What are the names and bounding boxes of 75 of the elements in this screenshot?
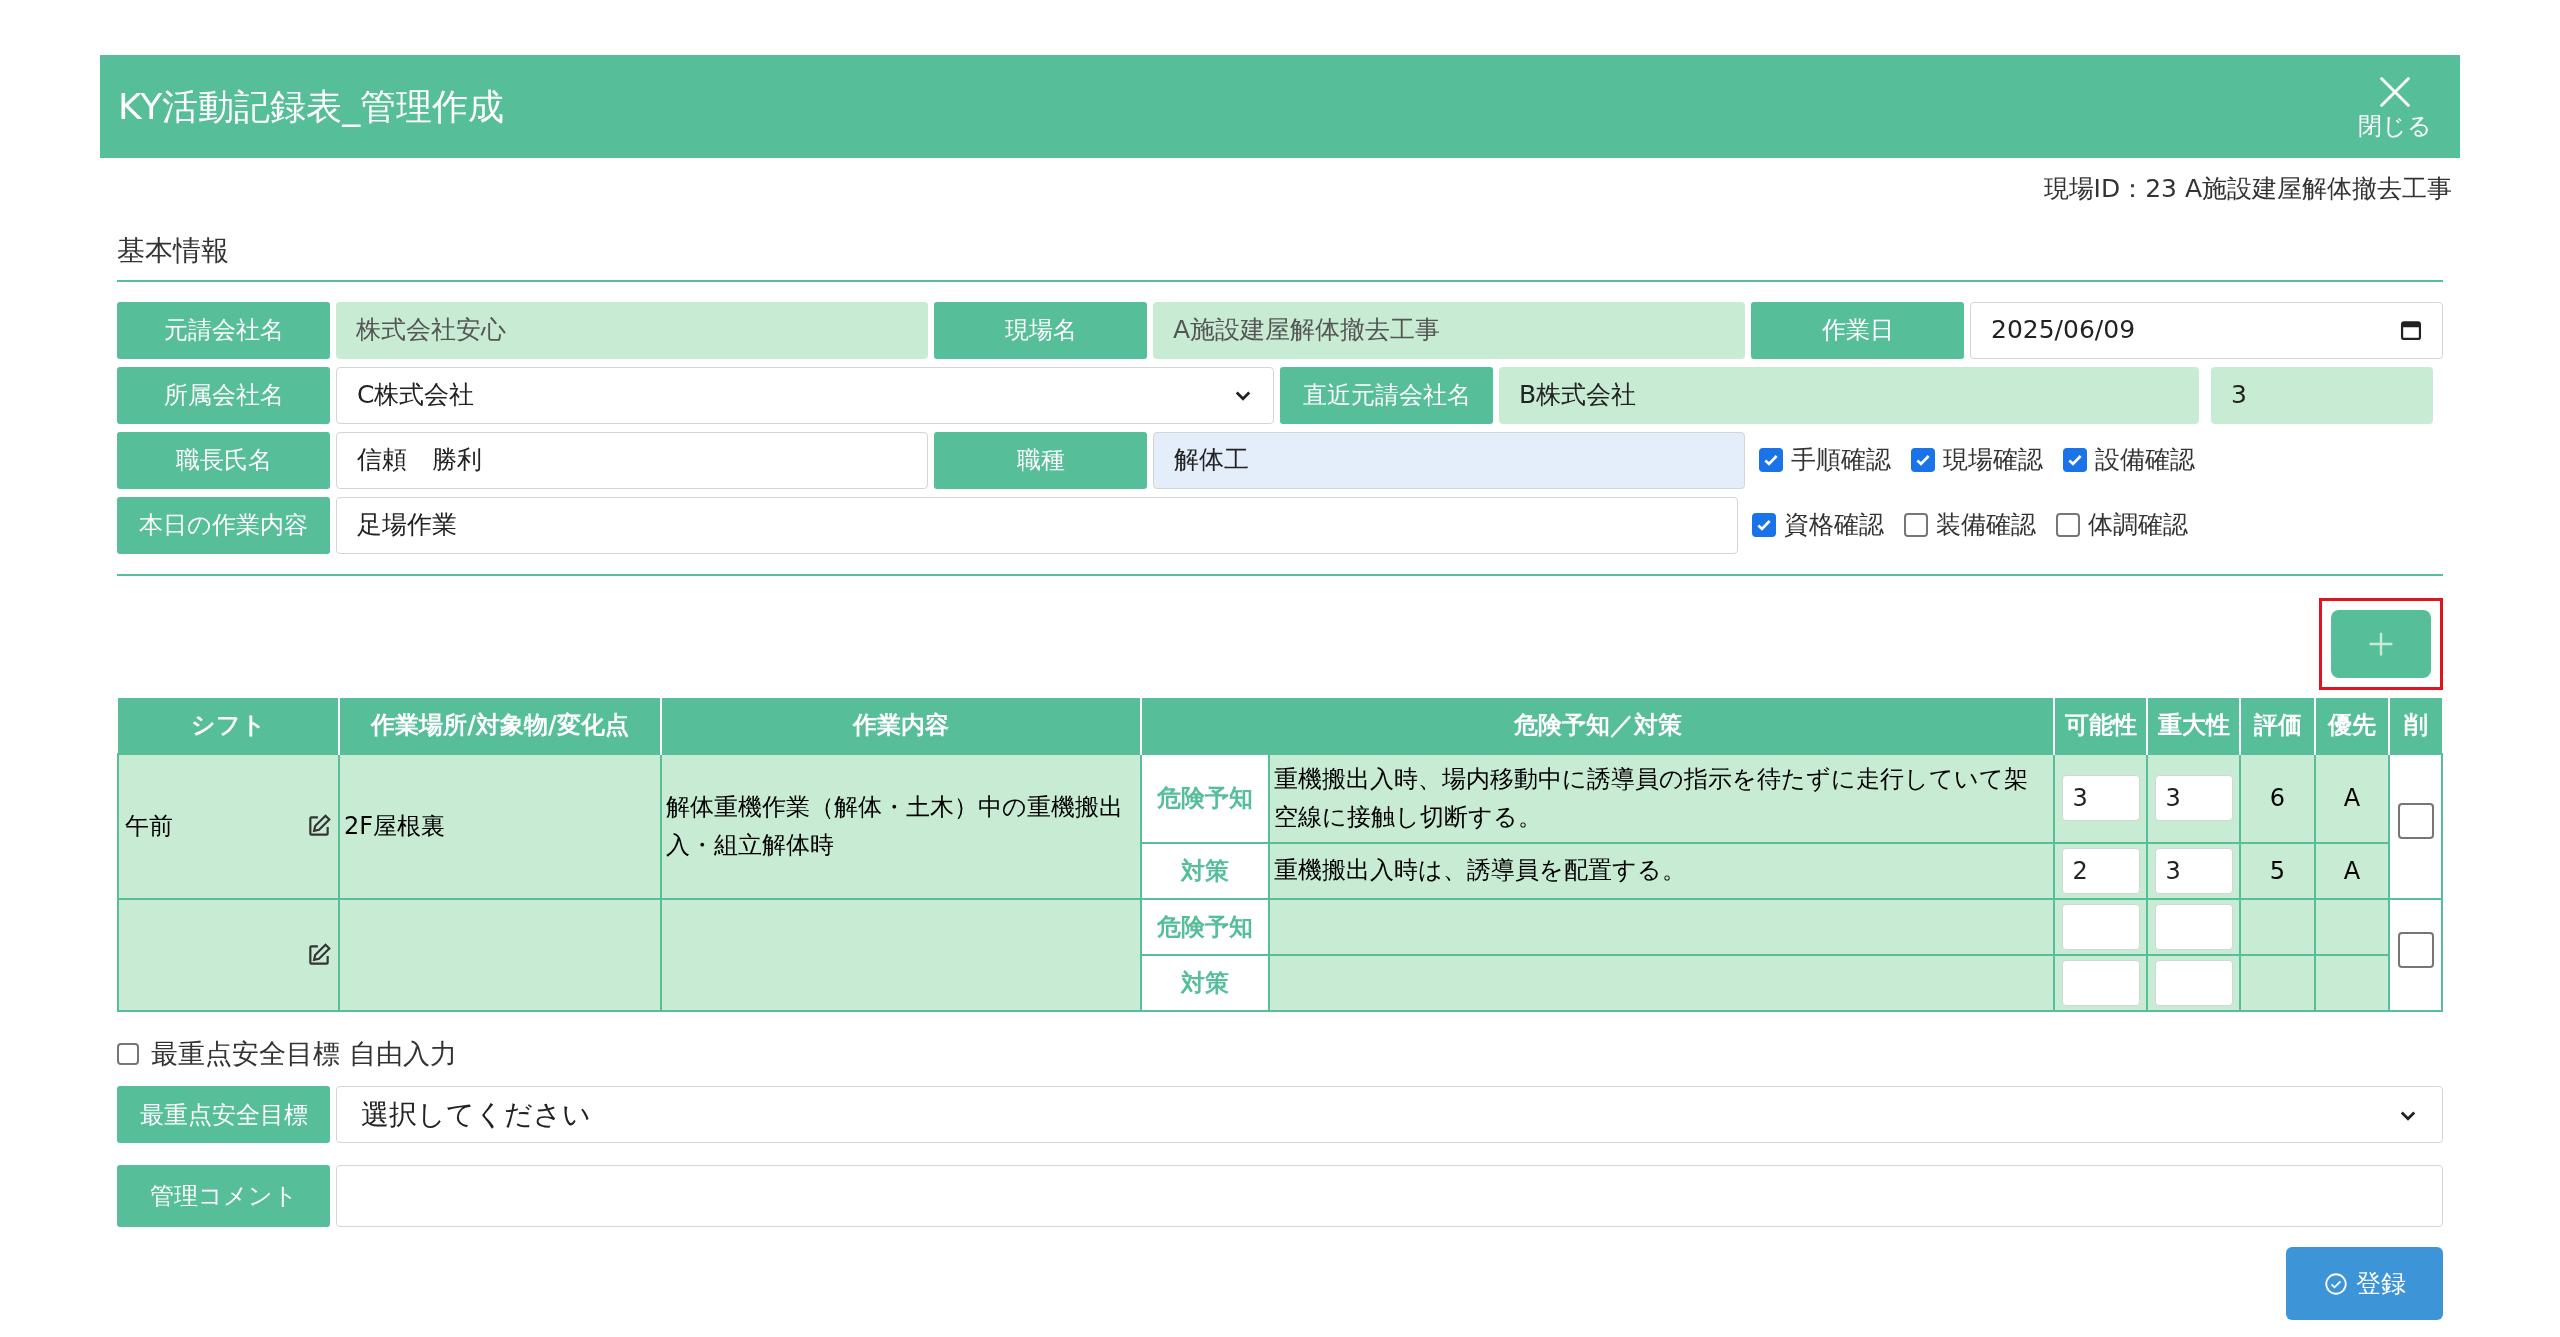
field-label: 職長氏名 <box>117 431 330 489</box>
field-label: 所属会社名 <box>117 366 330 424</box>
plus-icon <box>2368 630 2394 657</box>
select-field[interactable]: 選択してください <box>336 1086 2443 1143</box>
checkbox-label: 最重点安全目標 自由入力 <box>151 1036 457 1071</box>
input-field[interactable]: 解体工 <box>1153 431 1745 489</box>
column-header: 評価 <box>2240 697 2315 754</box>
column-header: 優先 <box>2315 697 2389 754</box>
checkbox[interactable] <box>1759 448 1783 472</box>
calendar-icon[interactable] <box>2400 319 2422 341</box>
checkbox-label: 設備確認 <box>2095 444 2195 477</box>
edit-icon[interactable] <box>306 941 332 968</box>
comment-field[interactable] <box>336 1165 2443 1227</box>
window-title: KY活動記録表_管理作成 <box>118 84 505 129</box>
checkbox[interactable] <box>1904 513 1928 537</box>
field-label: 現場名 <box>934 301 1147 359</box>
table-cell: 5 <box>2240 842 2315 899</box>
number-field[interactable] <box>2061 959 2140 1006</box>
checkbox-label: 装備確認 <box>1936 509 2036 542</box>
checkbox-label: 資格確認 <box>1784 509 1884 542</box>
table-cell: 解体重機作業（解体・土木）中の重機搬出入・組立解体時 <box>661 753 1141 899</box>
input-field[interactable]: A施設建屋解体撤去工事 <box>1153 301 1745 359</box>
checkbox[interactable] <box>1752 513 1776 537</box>
table-cell: 重機搬出入時は、誘導員を配置する。 <box>1269 842 2054 899</box>
input-field[interactable]: 足場作業 <box>336 496 1738 554</box>
select-field[interactable]: C株式会社 <box>336 366 1274 424</box>
input-field[interactable]: 信頼 勝利 <box>336 431 928 489</box>
field-label: 本日の作業内容 <box>117 496 330 554</box>
check-circle-icon <box>2323 1271 2348 1296</box>
table-cell: A <box>2315 753 2389 843</box>
checkbox[interactable] <box>2397 803 2434 839</box>
number-field[interactable]: 2 <box>2061 847 2140 894</box>
checkbox[interactable] <box>2056 513 2080 537</box>
column-header: 作業内容 <box>661 697 1141 754</box>
checkbox[interactable] <box>2063 448 2087 472</box>
field-label: 職種 <box>934 431 1147 489</box>
checkbox-label: 現場確認 <box>1943 444 2043 477</box>
field-label: 管理コメント <box>117 1165 330 1227</box>
number-field[interactable] <box>2154 959 2233 1006</box>
table-cell: 重機搬出入時、場内移動中に誘導員の指示を待たずに走行していて架空線に接触し切断する。 <box>1269 753 2054 843</box>
site-id: 現場ID：23 A施設建屋解体撤去工事 <box>2043 173 2452 205</box>
date-field[interactable]: 2025/06/09 <box>1970 301 2443 359</box>
checkbox-label: 体調確認 <box>2088 509 2188 542</box>
input-field[interactable]: B株式会社 <box>1499 366 2199 424</box>
checkbox-label: 手順確認 <box>1791 444 1891 477</box>
field-label: 作業日 <box>1751 301 1964 359</box>
table-cell: 2F屋根裏 <box>339 753 661 899</box>
field-label: 元請会社名 <box>117 301 330 359</box>
table-cell: A <box>2315 842 2389 899</box>
input-field[interactable]: 3 <box>2211 366 2433 424</box>
column-header: 危険予知／対策 <box>1141 697 2054 754</box>
shift-text: 午前 <box>125 811 173 842</box>
checkbox[interactable] <box>117 1042 139 1065</box>
column-header: 削 <box>2389 697 2442 754</box>
row-label: 危険予知 <box>1141 753 1269 843</box>
table-cell: 6 <box>2240 753 2315 843</box>
column-header: シフト <box>118 697 339 754</box>
column-header: 重大性 <box>2147 697 2240 754</box>
number-field[interactable]: 3 <box>2061 775 2140 821</box>
section-title: 基本情報 <box>117 233 229 267</box>
column-header: 作業場所/対象物/変化点 <box>339 697 661 754</box>
input-field[interactable]: 株式会社安心 <box>336 301 928 359</box>
number-field[interactable]: 3 <box>2154 775 2233 821</box>
number-field[interactable] <box>2061 903 2140 950</box>
row-label: 対策 <box>1141 954 1269 1011</box>
number-field[interactable]: 3 <box>2154 847 2233 894</box>
checkbox[interactable] <box>2397 931 2434 968</box>
field-label: 最重点安全目標 <box>117 1086 330 1143</box>
row-label: 対策 <box>1141 842 1269 899</box>
field-label: 直近元請会社名 <box>1280 366 1493 424</box>
row-label: 危険予知 <box>1141 898 1269 955</box>
edit-icon[interactable] <box>306 813 332 839</box>
checkbox[interactable] <box>1911 448 1935 472</box>
column-header: 可能性 <box>2054 697 2147 754</box>
number-field[interactable] <box>2154 903 2233 950</box>
